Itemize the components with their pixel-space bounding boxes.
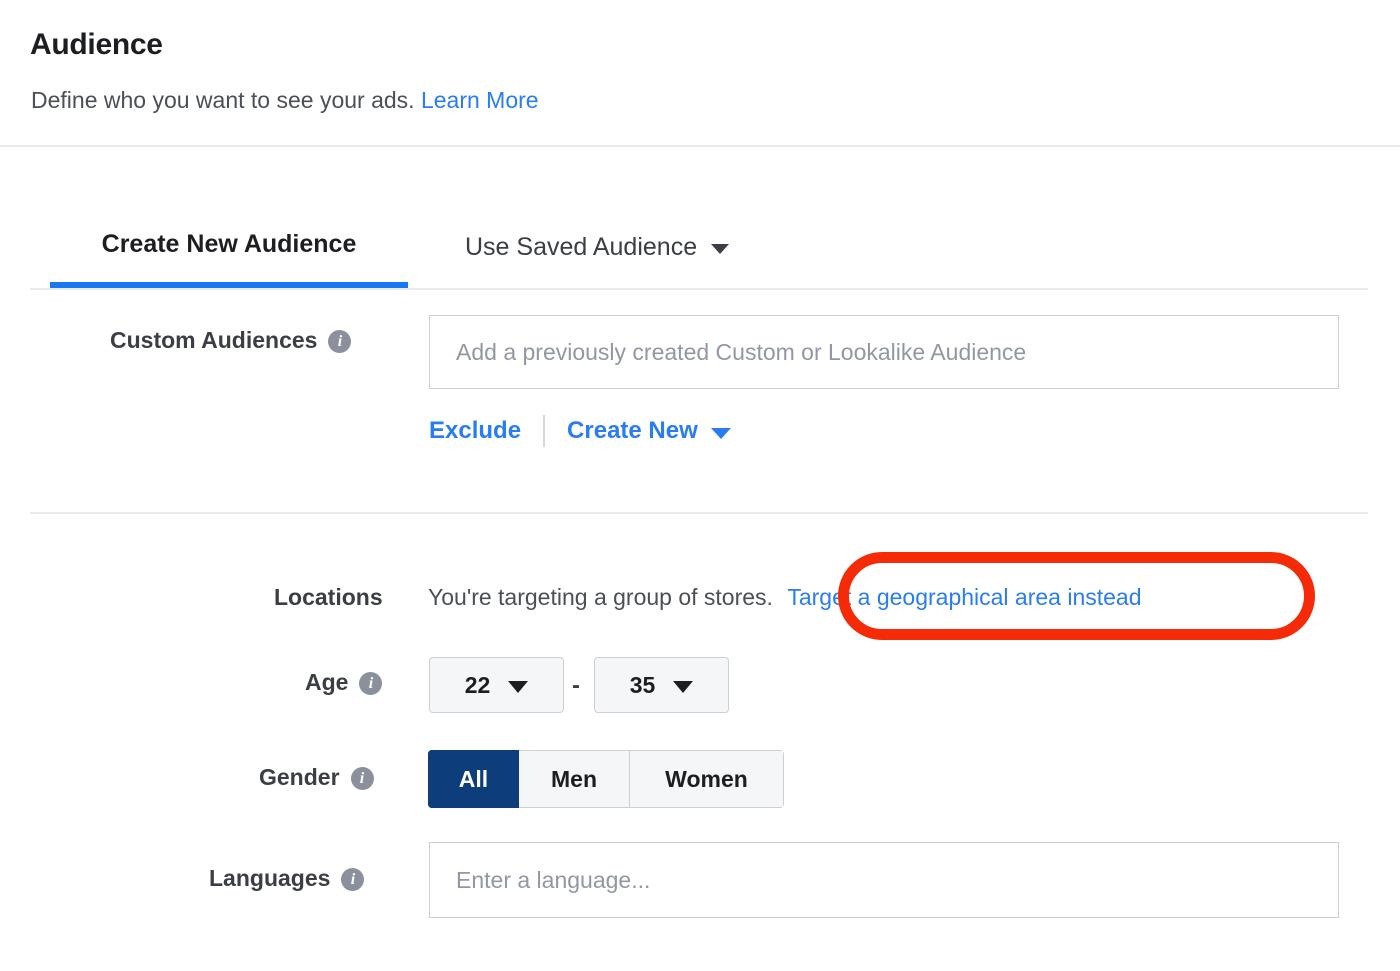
age-max-select[interactable]: 35: [594, 657, 729, 713]
gender-option-women-label: Women: [665, 765, 748, 792]
exclude-link[interactable]: Exclude: [429, 417, 521, 445]
chevron-down-icon: [673, 681, 694, 693]
custom-audiences-placeholder: Add a previously created Custom or Looka…: [456, 338, 1027, 365]
tab-create-new-audience[interactable]: Create New Audience: [50, 206, 408, 288]
languages-input[interactable]: Enter a language...: [429, 842, 1339, 918]
info-icon[interactable]: i: [341, 868, 365, 891]
age-max-value: 35: [629, 671, 656, 698]
learn-more-link[interactable]: Learn More: [421, 87, 539, 113]
age-min-select[interactable]: 22: [429, 657, 564, 713]
locations-label: Locations: [274, 584, 383, 611]
section-divider: [30, 512, 1368, 514]
custom-audiences-actions: Exclude Create New: [429, 415, 731, 447]
gender-option-all[interactable]: All: [428, 750, 519, 808]
custom-audiences-label-text: Custom Audiences: [110, 327, 318, 353]
tab-create-new-audience-label: Create New Audience: [101, 229, 357, 258]
gender-toggle-group: All Men Women: [428, 750, 784, 808]
languages-label-text: Languages: [209, 865, 331, 891]
target-geographical-area-link[interactable]: Target a geographical area instead: [787, 584, 1141, 610]
age-label-text: Age: [305, 669, 349, 695]
actions-divider: [543, 415, 546, 447]
gender-option-all-label: All: [458, 765, 489, 792]
gender-option-men[interactable]: Men: [519, 750, 630, 808]
locations-value: You're targeting a group of stores. Targ…: [428, 584, 1142, 611]
gender-label-text: Gender: [259, 764, 340, 790]
page-header: Audience Define who you want to see your…: [0, 0, 1400, 147]
page-subtitle: Define who you want to see your ads. Lea…: [31, 84, 539, 116]
gender-option-men-label: Men: [551, 765, 597, 792]
locations-description: You're targeting a group of stores.: [428, 584, 773, 610]
create-new-link[interactable]: Create New: [567, 417, 698, 445]
info-icon[interactable]: i: [359, 672, 383, 695]
tab-use-saved-audience-label: Use Saved Audience: [465, 232, 698, 261]
chevron-down-icon: [711, 244, 730, 254]
languages-label: Languages i: [209, 865, 365, 892]
chevron-down-icon[interactable]: [710, 427, 731, 439]
tab-use-saved-audience[interactable]: Use Saved Audience: [465, 206, 730, 288]
info-icon[interactable]: i: [350, 767, 374, 790]
age-label: Age i: [305, 669, 383, 696]
languages-placeholder: Enter a language...: [456, 866, 651, 893]
custom-audiences-label: Custom Audiences i: [110, 327, 352, 354]
chevron-down-icon: [508, 681, 529, 693]
custom-audiences-input[interactable]: Add a previously created Custom or Looka…: [429, 315, 1339, 389]
locations-label-text: Locations: [274, 584, 383, 610]
gender-option-women[interactable]: Women: [630, 750, 784, 808]
page-subtitle-text: Define who you want to see your ads.: [31, 87, 415, 113]
age-range-separator: -: [572, 672, 580, 699]
tabs-divider: [30, 288, 1368, 290]
age-min-value: 22: [464, 671, 491, 698]
page-title: Audience: [30, 28, 163, 61]
audience-tabs: Create New Audience Use Saved Audience: [0, 206, 1400, 290]
info-icon[interactable]: i: [328, 330, 352, 353]
gender-label: Gender i: [259, 764, 374, 791]
